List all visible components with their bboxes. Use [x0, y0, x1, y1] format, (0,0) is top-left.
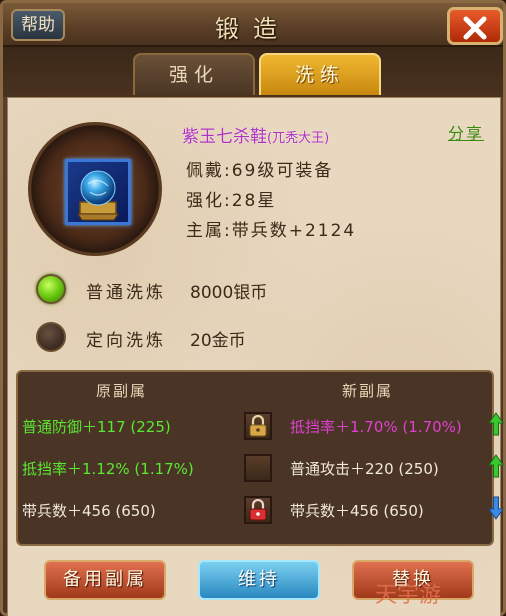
arrow-up-icon [488, 454, 504, 478]
item-main-attribute: 主属:带兵数+2124 [186, 221, 357, 241]
keep-button[interactable]: 维持 [198, 560, 320, 600]
lock-toggle-row-2[interactable] [244, 454, 272, 482]
padlock-gold-icon [249, 415, 267, 437]
new-attr-row-2: 普通攻击＋220 (250) [290, 460, 439, 478]
item-frame [28, 122, 162, 256]
original-attr-row-2: 抵挡率＋1.12% (1.17%) [22, 460, 194, 478]
sub-attribute-panel: 原副属 新副属 普通防御＋117 (225) 抵挡率＋1.70% (1.70%)… [16, 370, 504, 546]
option-directed-refine-cost: 20金币 [190, 331, 246, 351]
forge-window: 帮助 锻造 强化 洗练 紫玉七杀鞋(兀秃大王) 分享 佩戴:69级可装备 强化:… [0, 0, 506, 616]
original-attr-header: 原副属 [96, 382, 148, 400]
new-attr-row-1: 抵挡率＋1.70% (1.70%) [290, 418, 462, 436]
title-bar: 帮助 锻造 [3, 3, 503, 47]
tab-refine[interactable]: 洗练 [259, 53, 381, 95]
item-name-text: 紫玉七杀鞋 [182, 127, 267, 147]
item-name: 紫玉七杀鞋(兀秃大王) [182, 122, 329, 147]
lock-toggle-row-3[interactable] [244, 496, 272, 524]
item-owner: (兀秃大王) [267, 131, 330, 146]
option-normal-refine-label: 普通洗炼 [86, 283, 166, 303]
radio-directed-refine[interactable] [36, 322, 66, 352]
new-attr-header: 新副属 [342, 382, 394, 400]
close-icon [463, 16, 487, 40]
original-attr-row-1: 普通防御＋117 (225) [22, 418, 171, 436]
tab-bar: 强化 洗练 [3, 47, 503, 97]
refine-content: 紫玉七杀鞋(兀秃大王) 分享 佩戴:69级可装备 强化:28星 主属:带兵数+2… [7, 97, 504, 616]
close-button[interactable] [447, 7, 503, 45]
original-attr-row-3: 带兵数＋456 (650) [22, 502, 156, 520]
item-slot[interactable] [65, 159, 131, 225]
watermark-logo: 天宇游 [375, 583, 442, 608]
option-normal-refine-cost: 8000银币 [190, 283, 268, 303]
radio-normal-refine[interactable] [36, 274, 66, 304]
window-title: 锻造 [215, 15, 291, 43]
padlock-red-icon [249, 499, 267, 521]
arrow-down-icon [488, 496, 504, 520]
item-wear-level: 佩戴:69级可装备 [186, 161, 334, 181]
share-link[interactable]: 分享 [448, 120, 484, 144]
blue-orb-relic-icon [77, 170, 119, 221]
item-strengthen-level: 强化:28星 [186, 191, 277, 211]
new-attr-row-3: 带兵数＋456 (650) [290, 502, 424, 520]
lock-toggle-row-1[interactable] [244, 412, 272, 440]
arrow-up-icon [488, 412, 504, 436]
backup-attr-button[interactable]: 备用副属 [44, 560, 166, 600]
tab-strengthen[interactable]: 强化 [133, 53, 255, 95]
option-directed-refine-label: 定向洗炼 [86, 331, 166, 351]
